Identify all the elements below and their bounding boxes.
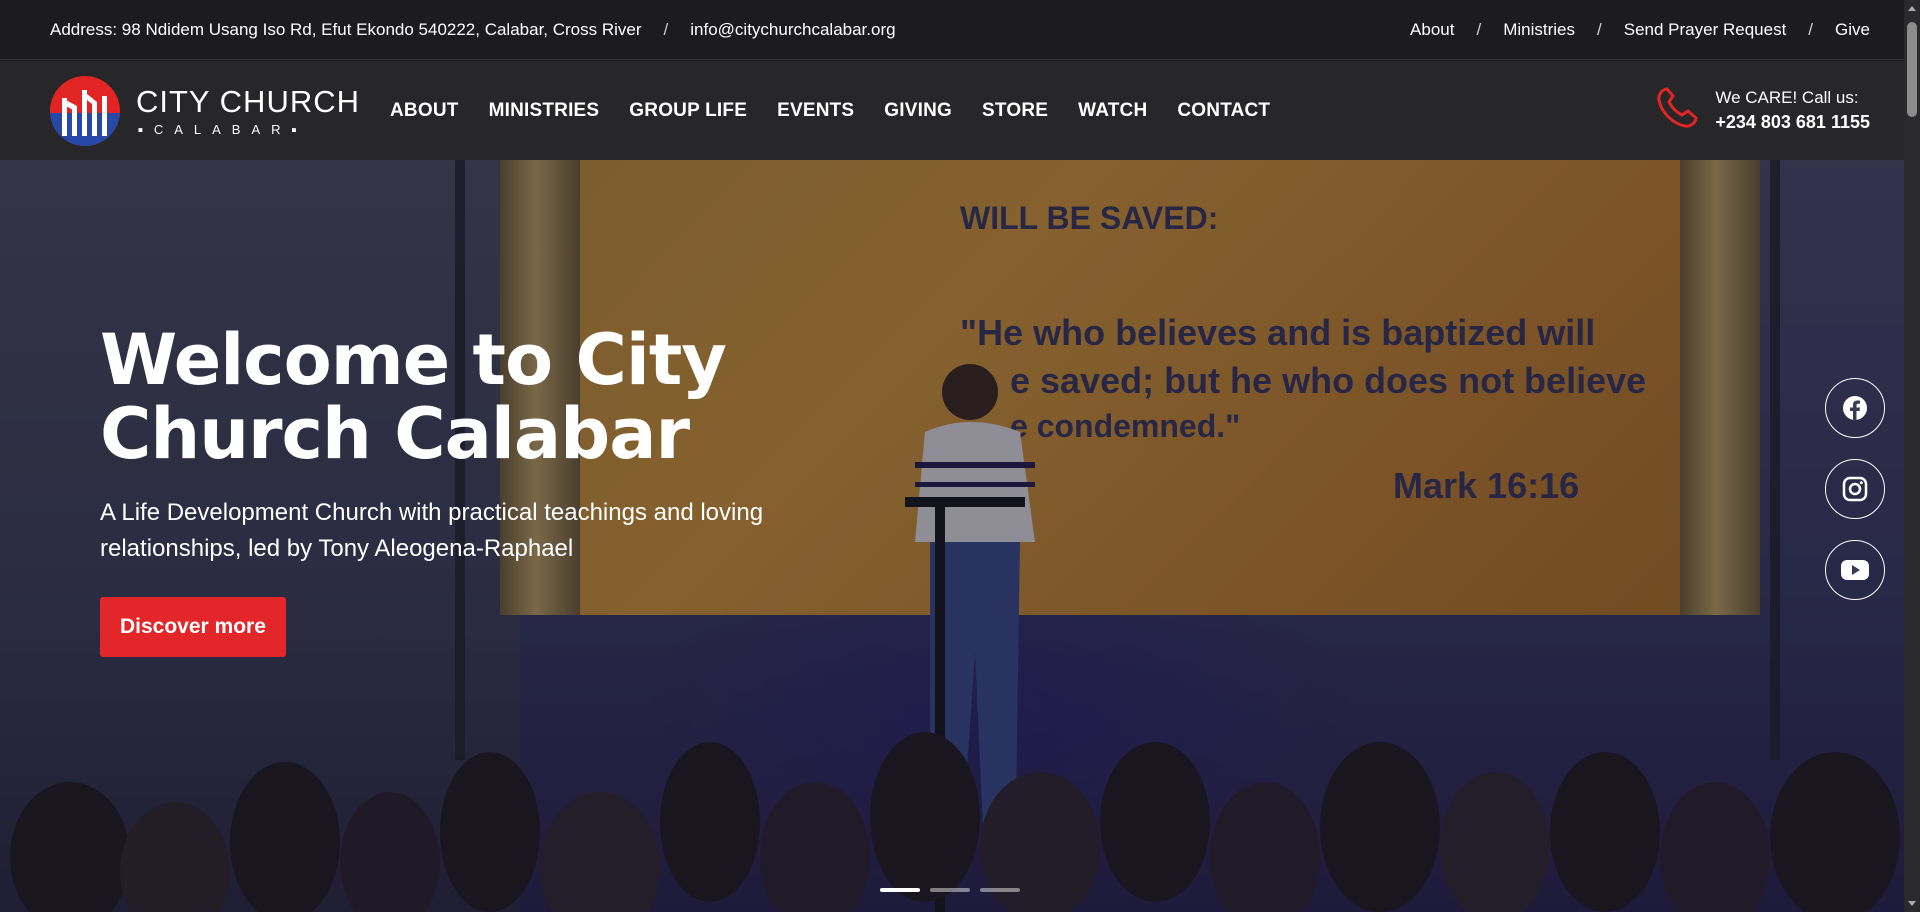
call-us[interactable]: We CARE! Call us: +234 803 681 1155	[1653, 84, 1870, 137]
brand-subtitle: ■CALABAR■	[136, 123, 360, 136]
scroll-up-icon[interactable]	[1908, 6, 1916, 11]
hero-subtitle: A Life Development Church with practical…	[100, 499, 764, 562]
page-scrollbar[interactable]	[1904, 0, 1920, 912]
main-navbar: CITY CHURCH ■CALABAR■ ABOUT MINISTRIES G…	[0, 61, 1920, 160]
email-link[interactable]: info@citychurchcalabar.org	[690, 20, 895, 40]
nav-ministries[interactable]: MINISTRIES	[489, 100, 600, 122]
facebook-icon[interactable]	[1825, 378, 1885, 438]
top-info-bar: Address: 98 Ndidem Usang Iso Rd, Efut Ek…	[0, 0, 1920, 60]
scroll-down-icon[interactable]	[1908, 901, 1916, 906]
nav-giving[interactable]: GIVING	[884, 100, 952, 122]
audience-image	[0, 712, 1904, 912]
address-text: Address: 98 Ndidem Usang Iso Rd, Efut Ek…	[50, 19, 642, 39]
site-logo[interactable]: CITY CHURCH ■CALABAR■	[50, 75, 360, 146]
call-text: We CARE! Call us: +234 803 681 1155	[1715, 87, 1870, 134]
separator: /	[663, 19, 669, 39]
call-phone[interactable]: +234 803 681 1155	[1715, 110, 1870, 134]
nav-about[interactable]: ABOUT	[390, 100, 459, 122]
top-links: About / Ministries / Send Prayer Request…	[1410, 20, 1870, 40]
nav-contact[interactable]: CONTACT	[1177, 100, 1270, 122]
phone-icon	[1653, 84, 1701, 137]
separator: /	[1808, 19, 1814, 39]
separator: /	[1597, 19, 1602, 39]
top-link-prayer-request[interactable]: Send Prayer Request	[1624, 20, 1787, 40]
brand-name: CITY CHURCH	[136, 83, 360, 119]
contact-info: Address: 98 Ndidem Usang Iso Rd, Efut Ek…	[50, 20, 896, 40]
slide-dot[interactable]	[930, 888, 970, 892]
primary-menu: ABOUT MINISTRIES GROUP LIFE EVENTS GIVIN…	[390, 100, 1270, 122]
call-label: We CARE! Call us:	[1715, 87, 1859, 107]
dot-icon: ■	[291, 125, 308, 135]
hero-content: Welcome to City Church Calabar A Life De…	[100, 323, 880, 657]
discover-more-button[interactable]: Discover more	[100, 597, 286, 657]
scrollbar-thumb[interactable]	[1907, 22, 1917, 117]
nav-watch[interactable]: WATCH	[1078, 100, 1147, 122]
social-links	[1825, 378, 1885, 600]
instagram-icon[interactable]	[1825, 459, 1885, 519]
slider-pagination	[880, 888, 1020, 892]
logo-text: CITY CHURCH ■CALABAR■	[136, 86, 360, 136]
slide-dot[interactable]	[880, 888, 920, 892]
nav-store[interactable]: STORE	[982, 100, 1048, 122]
separator: /	[1476, 19, 1482, 39]
nav-events[interactable]: EVENTS	[777, 100, 854, 122]
dot-icon: ■	[138, 125, 154, 135]
hero-slider: WILL BE SAVED: "He who believes and is b…	[0, 160, 1904, 912]
brand-subtitle-text: CALABAR	[153, 121, 292, 137]
slide-dot[interactable]	[980, 888, 1020, 892]
logo-mark-icon	[50, 75, 120, 146]
top-link-give[interactable]: Give	[1835, 20, 1870, 40]
top-link-ministries[interactable]: Ministries	[1503, 20, 1575, 40]
nav-group-life[interactable]: GROUP LIFE	[629, 100, 747, 122]
youtube-icon[interactable]	[1825, 540, 1885, 600]
top-link-about[interactable]: About	[1410, 20, 1454, 40]
hero-title: Welcome to City Church Calabar	[100, 319, 727, 475]
